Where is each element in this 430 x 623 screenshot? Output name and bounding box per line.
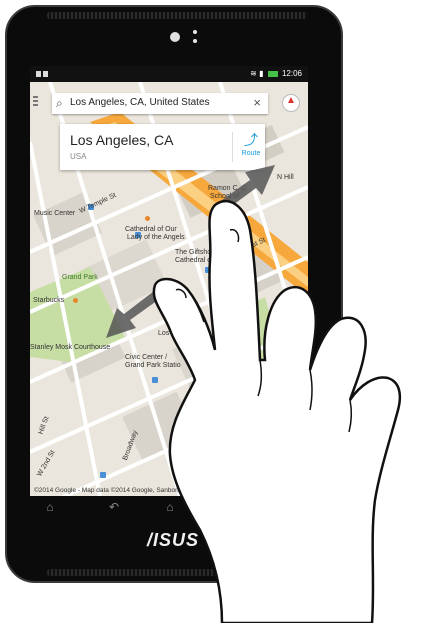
hand-illustration bbox=[152, 199, 402, 623]
gesture-overlay bbox=[106, 165, 402, 623]
